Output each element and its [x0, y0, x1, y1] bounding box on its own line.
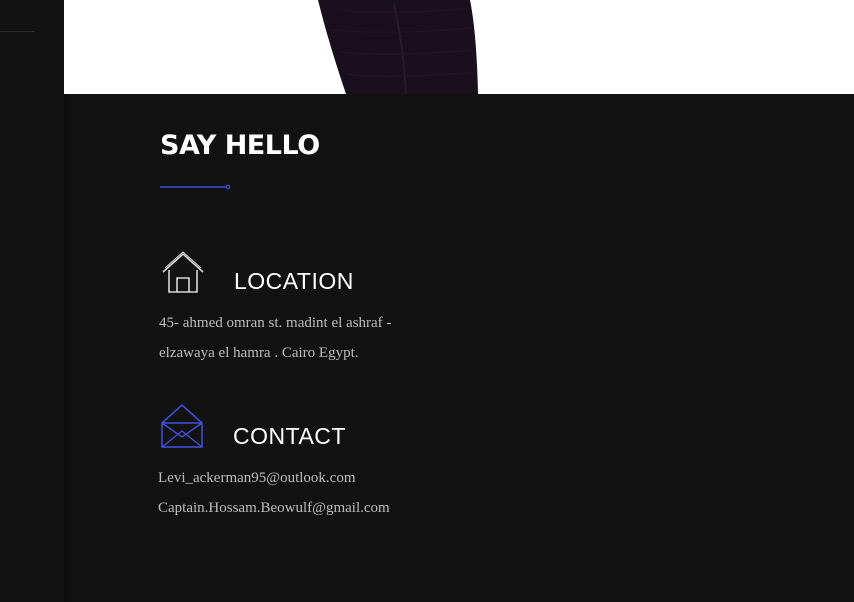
envelope-icon: [161, 404, 203, 448]
sidebar-shadow: [64, 94, 72, 602]
hero-image-panel: [64, 0, 854, 94]
email-link[interactable]: Levi_ackerman95@outlook.com: [158, 470, 356, 487]
title-underline: [160, 184, 231, 190]
address-line: 45- ahmed omran st. madint el ashraf -: [159, 315, 392, 331]
person-figure-image: [318, 0, 478, 94]
address-line: elzawaya el hamra . Cairo Egypt.: [159, 345, 359, 361]
sidebar-divider: [0, 31, 35, 32]
email-link[interactable]: Captain.Hossam.Beowulf@gmail.com: [158, 500, 390, 517]
section-title: SAY HELLO: [160, 130, 320, 161]
house-icon: [162, 251, 204, 293]
left-sidebar: [0, 0, 64, 602]
contact-heading: CONTACT: [233, 423, 346, 449]
location-heading: LOCATION: [234, 268, 354, 294]
